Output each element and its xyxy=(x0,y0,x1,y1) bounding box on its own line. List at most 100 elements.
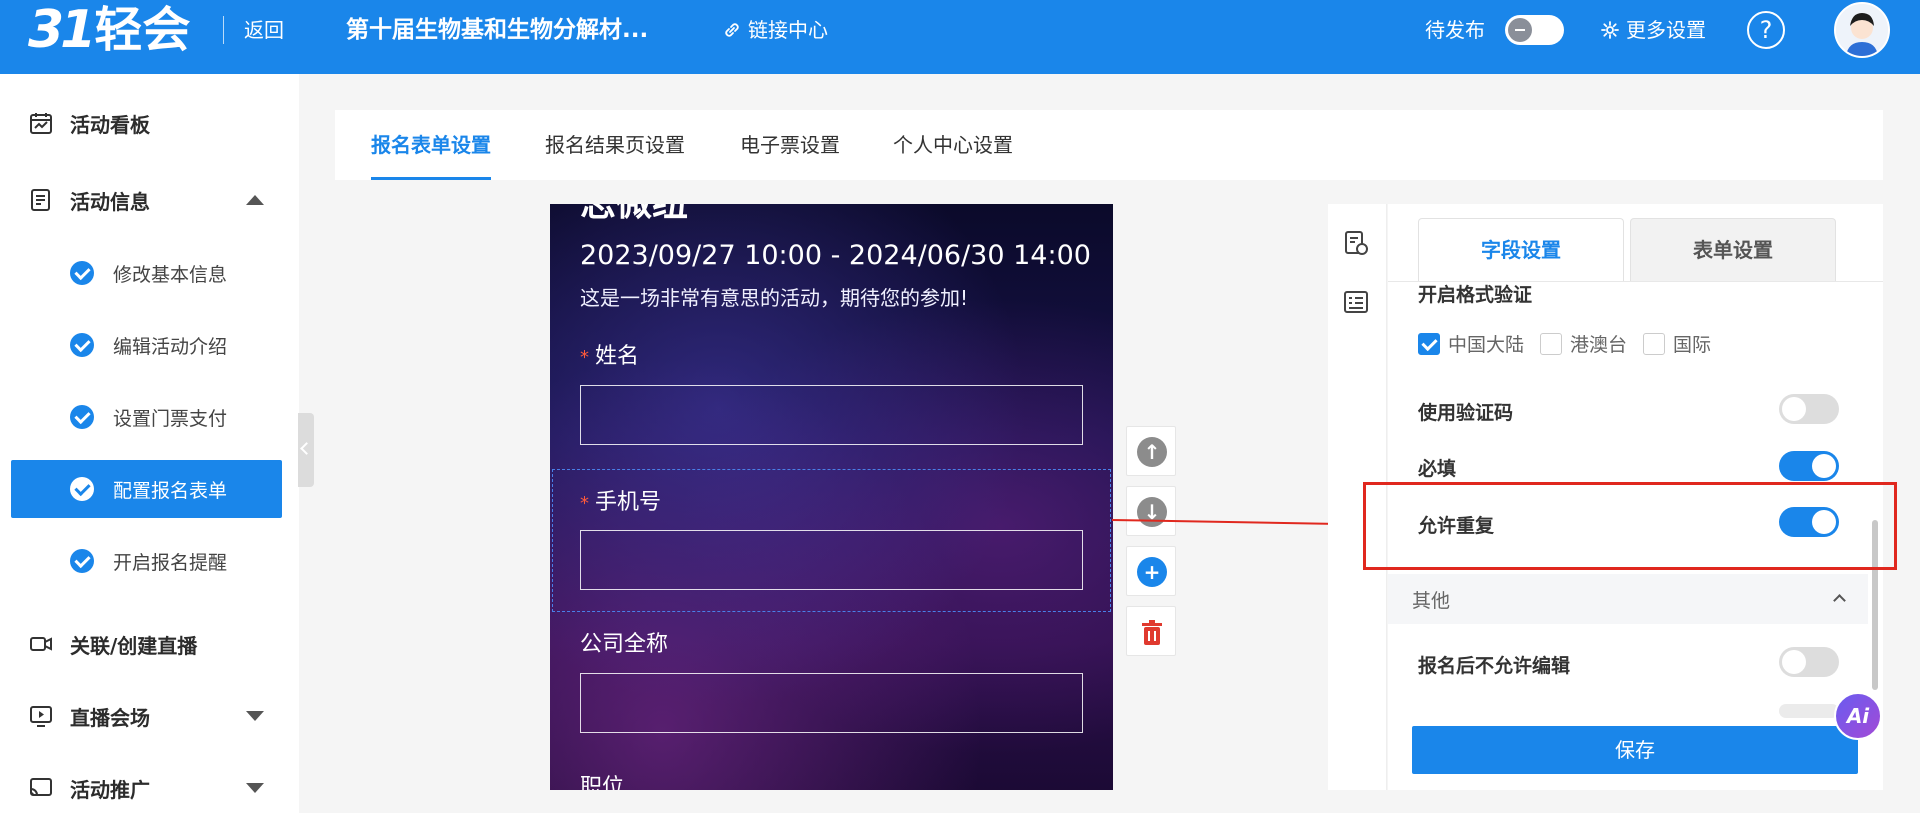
calendar-chart-icon xyxy=(30,113,52,134)
required-label: 必填 xyxy=(1418,458,1457,480)
logo-text: 轻会 xyxy=(94,2,191,58)
sidebar-item-live[interactable]: 关联/创建直播 xyxy=(0,612,299,676)
form-settings-icon[interactable] xyxy=(1342,229,1370,257)
sidebar-label: 活动推广 xyxy=(70,777,150,802)
tab-field-settings[interactable]: 字段设置 xyxy=(1418,218,1624,281)
no-edit-after-register-label: 报名后不允许编辑 xyxy=(1418,655,1571,677)
more-settings-label: 更多设置 xyxy=(1626,18,1706,42)
arrow-down-icon: ↓ xyxy=(1137,497,1167,527)
sidebar-item-dashboard[interactable]: 活动看板 xyxy=(0,91,299,155)
tab-registration-form[interactable]: 报名表单设置 xyxy=(371,110,491,180)
save-button[interactable]: 保存 xyxy=(1412,726,1858,774)
trash-icon xyxy=(1142,620,1162,645)
checkbox-hk-macau-tw[interactable]: 港澳台 xyxy=(1540,330,1627,357)
partial-toggle[interactable] xyxy=(1779,704,1839,718)
chevron-down-icon xyxy=(246,783,264,793)
event-title: 第十届生物基和生物分解材... xyxy=(346,17,649,43)
divider xyxy=(223,16,224,44)
checkbox-mainland[interactable]: 中国大陆 xyxy=(1418,330,1524,357)
checkbox-empty-icon xyxy=(1540,332,1563,355)
sub-label: 编辑活动介绍 xyxy=(113,335,228,358)
preview-dates: 2023/09/27 10:00 - 2024/06/30 14:00 xyxy=(580,240,1091,271)
sidebar-sub-edit-basic[interactable]: 修改基本信息 xyxy=(11,244,282,302)
toggle-knob xyxy=(1508,18,1532,42)
chevron-up-icon xyxy=(246,195,264,205)
tab-personal-center[interactable]: 个人中心设置 xyxy=(893,110,1013,180)
document-icon xyxy=(31,189,50,211)
field-label-position: 职位 xyxy=(580,775,625,790)
sidebar-sub-reminder[interactable]: 开启报名提醒 xyxy=(11,532,282,590)
ai-assistant-button[interactable]: Ai xyxy=(1834,692,1882,740)
checkbox-international[interactable]: 国际 xyxy=(1643,330,1711,357)
other-section-title: 其他 xyxy=(1412,590,1451,612)
publish-toggle[interactable] xyxy=(1505,15,1564,45)
chevron-down-icon xyxy=(246,711,264,721)
publish-status-label: 待发布 xyxy=(1425,18,1485,42)
top-bar: 31 轻会 返回 第十届生物基和生物分解材... 链接中心 待发布 更多设置 ? xyxy=(0,0,1920,74)
check-circle-icon xyxy=(70,261,94,285)
tab-e-ticket[interactable]: 电子票设置 xyxy=(740,110,840,180)
sidebar-label: 直播会场 xyxy=(70,705,150,730)
cast-icon xyxy=(30,778,52,796)
required-toggle[interactable] xyxy=(1779,451,1839,481)
checkbox-checked-icon xyxy=(1418,332,1440,355)
check-circle-icon xyxy=(70,405,94,429)
sub-label: 设置门票支付 xyxy=(113,407,228,430)
region-checkboxes: 中国大陆 港澳台 国际 xyxy=(1418,330,1727,357)
link-center-label: 链接中心 xyxy=(748,18,828,42)
other-section-header[interactable]: 其他 xyxy=(1388,574,1868,624)
phone-input[interactable] xyxy=(580,530,1083,590)
no-edit-after-register-toggle[interactable] xyxy=(1779,647,1839,677)
logo-mark: 31 xyxy=(28,0,96,60)
required-mark: * xyxy=(580,493,589,514)
help-icon[interactable]: ? xyxy=(1747,11,1785,49)
add-field-button[interactable]: + xyxy=(1126,546,1176,596)
tab-result-page[interactable]: 报名结果页设置 xyxy=(545,110,685,180)
company-input[interactable] xyxy=(580,673,1083,733)
format-check-label: 开启格式验证 xyxy=(1418,284,1533,306)
delete-field-button[interactable] xyxy=(1126,606,1176,656)
settings-tabs: 报名表单设置 报名结果页设置 电子票设置 个人中心设置 xyxy=(335,110,1883,180)
checkbox-empty-icon xyxy=(1643,332,1666,355)
sidebar-sub-edit-intro[interactable]: 编辑活动介绍 xyxy=(11,316,282,374)
arrow-up-icon: ↑ xyxy=(1137,437,1167,467)
plus-icon: + xyxy=(1137,557,1167,587)
preview-description: 这是一场非常有意思的活动，期待您的参加! xyxy=(580,286,969,310)
sidebar-item-info[interactable]: 活动信息 xyxy=(0,168,299,232)
sidebar-sub-registration-form[interactable]: 配置报名表单 xyxy=(11,460,282,518)
required-mark: * xyxy=(580,347,589,368)
logo[interactable]: 31 轻会 xyxy=(28,2,190,58)
video-camera-icon xyxy=(30,637,52,651)
move-down-button[interactable]: ↓ xyxy=(1126,486,1176,536)
verify-code-toggle[interactable] xyxy=(1779,394,1839,424)
field-label-phone: * 手机号 xyxy=(580,490,662,515)
move-up-button[interactable]: ↑ xyxy=(1126,426,1176,476)
link-icon xyxy=(725,23,739,37)
tab-form-settings[interactable]: 表单设置 xyxy=(1630,218,1836,281)
sidebar-collapse-handle[interactable] xyxy=(298,413,314,487)
sidebar: 活动看板 活动信息 修改基本信息 编辑活动介绍 设置门票支付 配置报名表单 开启… xyxy=(0,74,299,813)
play-screen-icon xyxy=(30,706,52,727)
verify-code-label: 使用验证码 xyxy=(1418,402,1514,424)
form-preview: 志微纽 2023/09/27 10:00 - 2024/06/30 14:00 … xyxy=(550,204,1113,790)
gear-icon xyxy=(1601,21,1619,39)
sidebar-item-venue[interactable]: 直播会场 xyxy=(0,684,299,748)
field-list-icon[interactable] xyxy=(1342,288,1370,316)
avatar[interactable] xyxy=(1834,2,1890,58)
field-label-name: * 姓名 xyxy=(580,344,640,369)
sidebar-label: 关联/创建直播 xyxy=(70,633,198,658)
sidebar-item-promo[interactable]: 活动推广 xyxy=(0,756,299,813)
panel-tabs: 字段设置 表单设置 xyxy=(1418,218,1838,281)
check-circle-icon xyxy=(70,333,94,357)
field-label-company: 公司全称 xyxy=(580,632,669,657)
more-settings-button[interactable]: 更多设置 xyxy=(1600,14,1706,46)
sidebar-label: 活动看板 xyxy=(70,112,150,137)
sidebar-sub-ticket-pay[interactable]: 设置门票支付 xyxy=(11,388,282,446)
sub-label: 修改基本信息 xyxy=(113,263,228,286)
name-input[interactable] xyxy=(580,385,1083,445)
sub-label: 开启报名提醒 xyxy=(113,551,228,574)
avatar-image xyxy=(1836,4,1888,56)
back-link[interactable]: 返回 xyxy=(244,14,284,46)
link-center-button[interactable]: 链接中心 xyxy=(722,14,828,46)
chevron-up-icon xyxy=(1833,594,1846,607)
